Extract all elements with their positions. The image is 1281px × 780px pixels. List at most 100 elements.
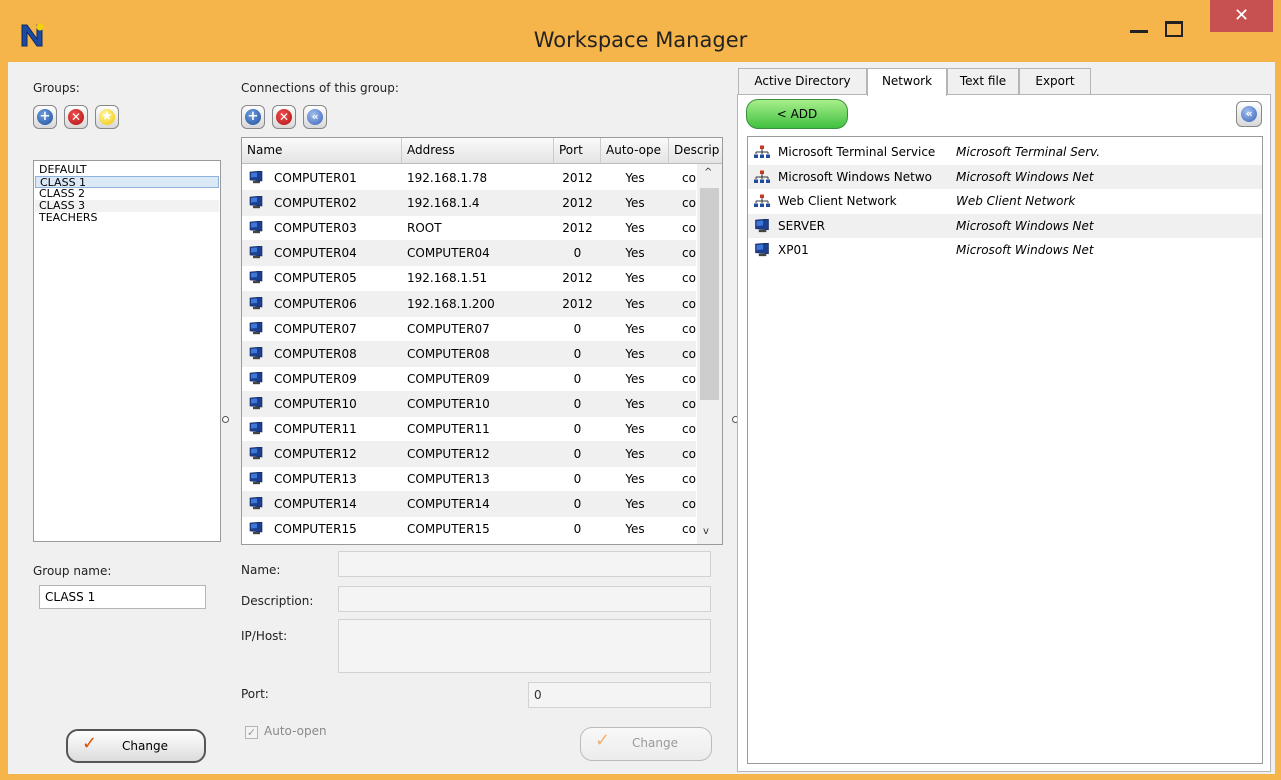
plus-icon: + <box>245 109 261 125</box>
list-item[interactable]: XP01 Microsoft Windows Net <box>748 238 1262 262</box>
back-button[interactable]: « <box>1236 101 1262 127</box>
vertical-scrollbar[interactable]: ^ v <box>697 164 722 544</box>
list-item[interactable]: Microsoft Windows Netwo Microsoft Windows… <box>748 164 1262 189</box>
cell-auto-open: Yes <box>625 522 645 537</box>
change-group-label: Change <box>122 739 168 753</box>
delete-connection-button[interactable]: ✕ <box>272 105 296 129</box>
tab-export[interactable]: Export <box>1019 68 1091 94</box>
change-connection-label: Change <box>632 736 678 750</box>
computer-icon <box>249 347 263 360</box>
scroll-up-arrow-icon[interactable]: ^ <box>704 167 712 178</box>
cell-port: 0 <box>573 346 582 361</box>
connection-port-input[interactable]: 0 <box>528 682 711 708</box>
cell-name: COMPUTER02 <box>274 196 357 211</box>
network-item-type: Microsoft Windows Net <box>956 243 1094 257</box>
cell-auto-open: Yes <box>625 422 645 436</box>
table-row[interactable]: COMPUTER05 192.168.1.51 2012 Yes co <box>242 265 696 291</box>
column-header-description[interactable]: Descrip <box>669 138 722 163</box>
table-row[interactable]: COMPUTER01 192.168.1.78 2012 Yes co <box>242 165 696 191</box>
delete-icon: ✕ <box>68 109 84 125</box>
cell-description: co <box>682 171 696 185</box>
table-row[interactable]: COMPUTER15 COMPUTER15 0 Yes co <box>242 516 696 542</box>
cell-auto-open: Yes <box>625 396 645 411</box>
delete-group-button[interactable]: ✕ <box>64 105 88 129</box>
maximize-button[interactable] <box>1165 21 1183 37</box>
cell-description: co <box>682 296 696 311</box>
group-item-teachers[interactable]: TEACHERS <box>35 212 219 224</box>
cell-address: COMPUTER04 <box>407 246 490 261</box>
cell-port: 0 <box>573 472 582 487</box>
table-row[interactable]: COMPUTER04 COMPUTER04 0 Yes co <box>242 240 696 267</box>
change-group-button[interactable]: ✓ Change <box>66 729 206 763</box>
connection-iphost-input[interactable] <box>338 619 711 673</box>
column-header-auto-open[interactable]: Auto-ope <box>601 138 669 163</box>
group-item-default[interactable]: DEFAULT <box>35 164 219 176</box>
connections-label: Connections of this group: <box>241 81 399 95</box>
groups-list[interactable]: DEFAULT CLASS 1 CLASS 2 CLASS 3 TEACHERS <box>33 160 221 542</box>
network-list[interactable]: Microsoft Terminal Service Microsoft Term… <box>747 136 1263 764</box>
connections-table[interactable]: Name Address Port Auto-ope Descrip COMPU… <box>241 137 723 545</box>
cell-description: co <box>682 371 696 386</box>
table-row[interactable]: COMPUTER14 COMPUTER14 0 Yes co <box>242 491 696 518</box>
group-name-input[interactable]: CLASS 1 <box>39 585 206 609</box>
connection-port-label: Port: <box>241 687 269 701</box>
table-row[interactable]: COMPUTER11 COMPUTER11 0 Yes co <box>242 416 696 442</box>
cell-auto-open: Yes <box>625 296 645 311</box>
cell-address: COMPUTER08 <box>407 346 490 361</box>
minimize-button[interactable] <box>1130 30 1148 33</box>
table-row[interactable]: COMPUTER02 192.168.1.4 2012 Yes co <box>242 190 696 217</box>
default-group-button[interactable]: ★ <box>95 105 119 129</box>
computer-icon <box>754 219 770 233</box>
auto-open-checkbox[interactable]: ✓ <box>245 726 258 739</box>
cell-address: COMPUTER15 <box>407 522 490 537</box>
title-bar[interactable]: Workspace Manager ✕ <box>0 0 1281 62</box>
network-item-type: Microsoft Terminal Serv. <box>956 145 1101 159</box>
list-item[interactable]: Web Client Network Web Client Network <box>748 189 1262 213</box>
table-row[interactable]: COMPUTER12 COMPUTER12 0 Yes co <box>242 441 696 468</box>
cell-description: co <box>682 472 696 487</box>
network-item-type: Web Client Network <box>956 194 1076 208</box>
cell-auto-open: Yes <box>625 271 645 286</box>
table-row[interactable]: COMPUTER07 COMPUTER07 0 Yes co <box>242 316 696 342</box>
tab-text-file[interactable]: Text file <box>947 68 1019 94</box>
list-item[interactable]: Microsoft Terminal Service Microsoft Term… <box>748 140 1262 164</box>
close-button[interactable]: ✕ <box>1210 0 1273 32</box>
add-button[interactable]: < ADD <box>746 99 848 129</box>
table-row[interactable]: COMPUTER03 ROOT 2012 Yes co <box>242 215 696 241</box>
table-header: Name Address Port Auto-ope Descrip <box>242 138 722 164</box>
cell-port: 0 <box>573 522 582 537</box>
cell-description: co <box>682 196 696 211</box>
connection-description-input[interactable] <box>338 586 711 612</box>
connection-name-label: Name: <box>241 563 281 577</box>
change-connection-button[interactable]: ✓ Change <box>580 727 712 761</box>
cell-name: COMPUTER08 <box>274 346 357 361</box>
column-header-port[interactable]: Port <box>554 138 601 163</box>
scroll-down-arrow-icon[interactable]: v <box>703 526 709 537</box>
scrollbar-thumb[interactable] <box>700 188 719 400</box>
tab-active-directory[interactable]: Active Directory <box>738 68 867 94</box>
column-header-address[interactable]: Address <box>402 138 554 163</box>
cell-description: co <box>682 321 696 336</box>
table-row[interactable]: COMPUTER13 COMPUTER13 0 Yes co <box>242 466 696 492</box>
cell-address: 192.168.1.200 <box>407 296 495 311</box>
table-row[interactable]: COMPUTER06 192.168.1.200 2012 Yes co <box>242 290 696 317</box>
table-row[interactable]: COMPUTER10 COMPUTER10 0 Yes co <box>242 390 696 417</box>
network-icon <box>754 194 770 208</box>
cell-auto-open: Yes <box>625 321 645 336</box>
computer-icon <box>249 422 263 435</box>
computer-icon <box>249 447 263 460</box>
connection-name-input[interactable] <box>338 551 711 577</box>
list-item[interactable]: SERVER Microsoft Windows Net <box>748 213 1262 238</box>
add-connection-button[interactable]: + <box>241 105 265 129</box>
computer-icon <box>754 243 770 257</box>
table-row[interactable]: COMPUTER08 COMPUTER08 0 Yes co <box>242 340 696 367</box>
add-group-button[interactable]: + <box>33 105 57 129</box>
import-connection-button[interactable]: « <box>303 105 327 129</box>
table-row[interactable]: COMPUTER09 COMPUTER09 0 Yes co <box>242 366 696 392</box>
left-splitter-handle[interactable] <box>222 416 229 423</box>
tab-network[interactable]: Network <box>867 68 947 96</box>
column-header-name[interactable]: Name <box>242 138 402 163</box>
cell-address: COMPUTER10 <box>407 396 490 411</box>
cell-port: 0 <box>573 422 582 436</box>
cell-address: COMPUTER09 <box>407 371 490 386</box>
